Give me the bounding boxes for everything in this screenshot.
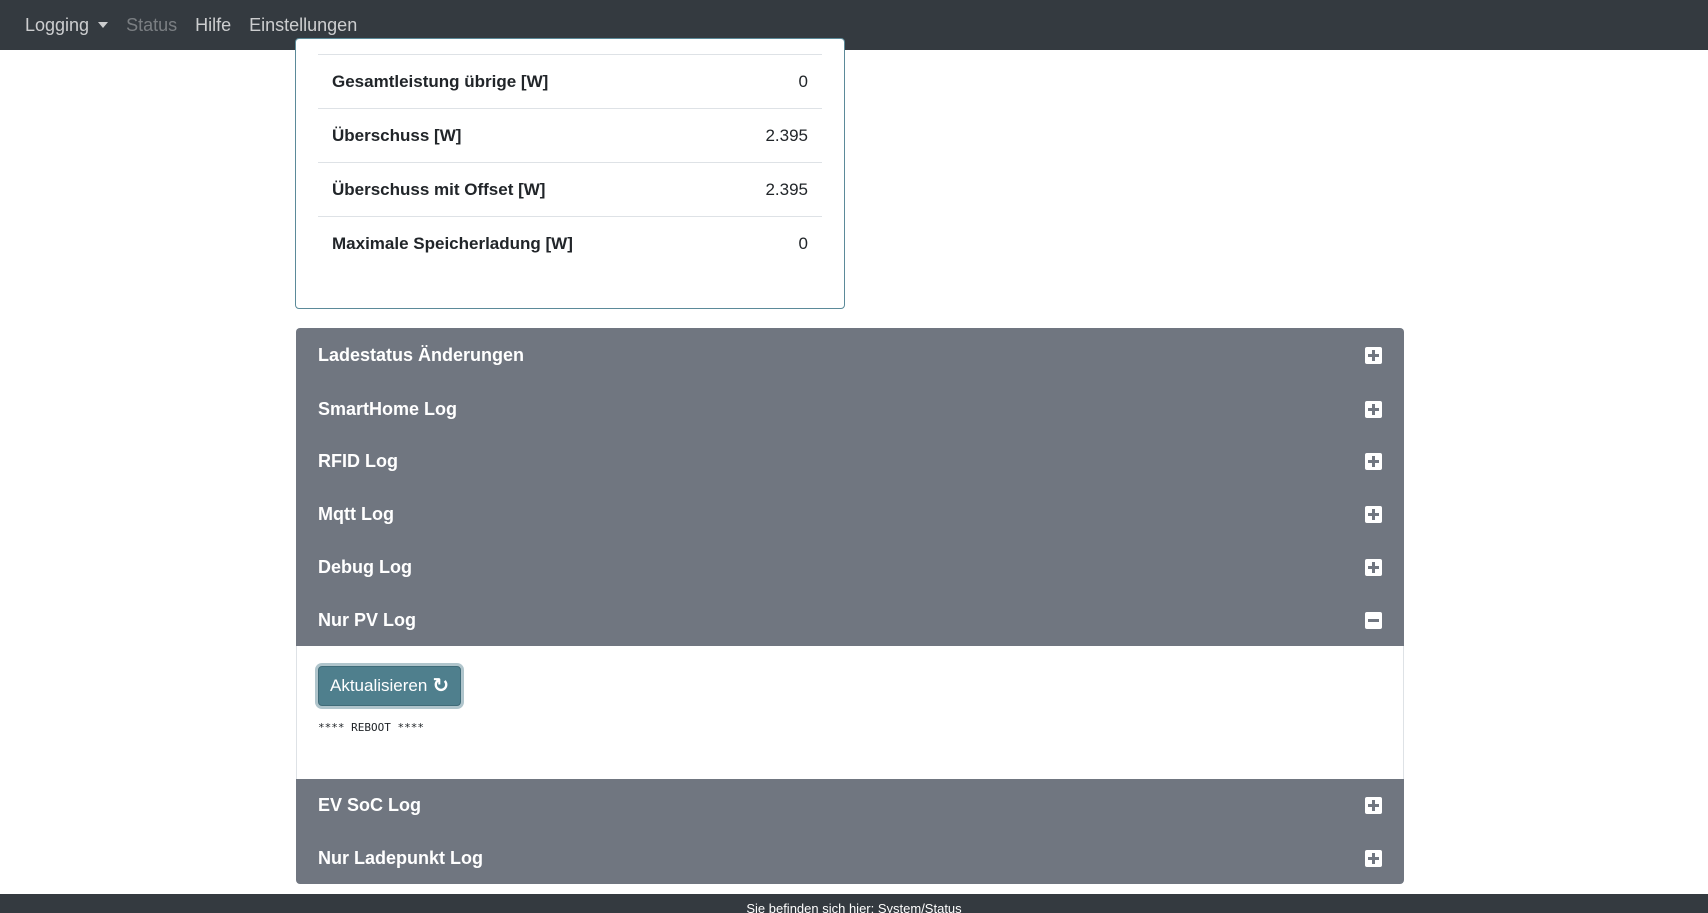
accordion-header-rfid[interactable]: RFID Log bbox=[296, 435, 1404, 488]
accordion-title: Debug Log bbox=[318, 557, 412, 577]
refresh-button[interactable]: Aktualisieren ↻ bbox=[318, 666, 462, 706]
accordion-title: EV SoC Log bbox=[318, 795, 421, 815]
accordion-title: Mqtt Log bbox=[318, 504, 394, 524]
stats-row-value: 2.395 bbox=[765, 179, 808, 199]
accordion-header-smarthome[interactable]: SmartHome Log bbox=[296, 383, 1404, 435]
accordion-header-nur-ladepunkt[interactable]: Nur Ladepunkt Log bbox=[296, 832, 1404, 884]
plus-square-icon bbox=[1365, 797, 1382, 814]
stats-row: Überschuss mit Offset [W] 2.395 bbox=[318, 162, 822, 216]
stats-row-value: 0 bbox=[798, 71, 808, 91]
accordion-body-nur-pv: Aktualisieren ↻ **** REBOOT **** bbox=[296, 646, 1404, 779]
nav-status: Status bbox=[126, 14, 178, 35]
stats-row-label: Überschuss mit Offset [W] bbox=[332, 179, 546, 199]
plus-square-icon bbox=[1365, 347, 1382, 364]
refresh-button-label: Aktualisieren bbox=[330, 676, 428, 695]
accordion-title: Ladestatus Änderungen bbox=[318, 345, 525, 365]
stats-row: Maximale Speicherladung [W] 0 bbox=[318, 216, 822, 270]
nav-logging-dropdown[interactable]: Logging bbox=[25, 14, 109, 36]
stats-card: Gesamtleistung übrige [W] 0 Überschuss [… bbox=[295, 38, 845, 309]
accordion-header-ladestatus[interactable]: Ladestatus Änderungen bbox=[296, 328, 1404, 383]
plus-square-icon bbox=[1365, 453, 1382, 470]
stats-row-label: Maximale Speicherladung [W] bbox=[332, 233, 573, 253]
top-navbar: Logging Status Hilfe Einstellungen bbox=[0, 0, 1708, 50]
redo-icon: ↻ bbox=[432, 675, 450, 697]
accordion-header-debug[interactable]: Debug Log bbox=[296, 541, 1404, 594]
accordion-title: RFID Log bbox=[318, 451, 398, 471]
accordion-title: Nur Ladepunkt Log bbox=[318, 847, 483, 868]
stats-row-label: Überschuss [W] bbox=[332, 125, 462, 145]
footer-text: Sie befinden sich hier: System/Status bbox=[746, 901, 962, 913]
stats-row: Überschuss [W] 2.395 bbox=[318, 108, 822, 162]
plus-square-icon bbox=[1365, 506, 1382, 523]
stats-row-value: 2.395 bbox=[765, 125, 808, 145]
nav-hilfe[interactable]: Hilfe bbox=[195, 15, 231, 36]
stats-table: Gesamtleistung übrige [W] 0 Überschuss [… bbox=[318, 54, 822, 270]
plus-square-icon bbox=[1365, 849, 1382, 867]
plus-square-icon bbox=[1365, 559, 1382, 576]
stats-row-value: 0 bbox=[798, 233, 808, 253]
stats-row-label: Gesamtleistung übrige [W] bbox=[332, 71, 549, 91]
nav-einstellungen[interactable]: Einstellungen bbox=[249, 15, 357, 36]
nav-logging-label: Logging bbox=[25, 14, 90, 35]
minus-square-icon bbox=[1365, 611, 1382, 629]
accordion-title: Nur PV Log bbox=[318, 609, 416, 630]
caret-down-icon bbox=[98, 21, 109, 28]
footer-bar: Sie befinden sich hier: System/Status bbox=[0, 894, 1708, 913]
accordion-header-mqtt[interactable]: Mqtt Log bbox=[296, 488, 1404, 541]
stats-row: Gesamtleistung übrige [W] 0 bbox=[318, 54, 822, 108]
log-output: **** REBOOT **** bbox=[318, 721, 424, 734]
plus-square-icon bbox=[1365, 400, 1382, 418]
accordion-header-nur-pv[interactable]: Nur PV Log bbox=[296, 594, 1404, 646]
accordion-header-ev-soc[interactable]: EV SoC Log bbox=[296, 779, 1404, 832]
accordion-title: SmartHome Log bbox=[318, 398, 458, 419]
